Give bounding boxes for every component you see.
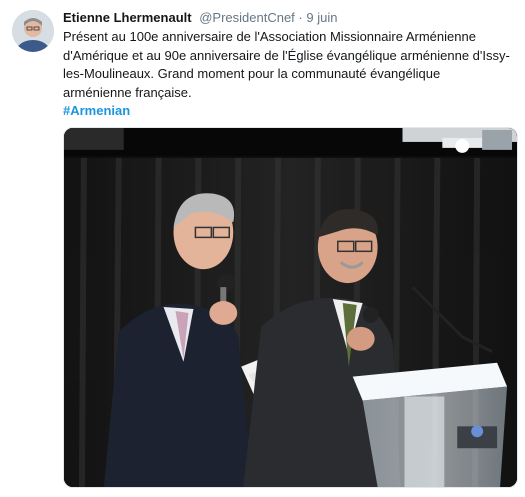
stage-photo-image [64,128,517,487]
author-avatar[interactable] [12,10,54,52]
author-handle[interactable]: @PresidentCnef [199,10,295,25]
tweet-date[interactable]: 9 juin [306,10,337,25]
tweet-photo[interactable] [63,127,518,488]
header-separator: · [298,10,303,25]
hashtag-link[interactable]: #Armenian [63,103,130,118]
tweet-text: Présent au 100e anniversaire de l'Associ… [63,28,518,121]
tweet-text-line: d'Amérique et au 90e anniversaire de l'É… [63,47,510,63]
tweet-header: Etienne Lhermenault @PresidentCnef · 9 j… [63,10,337,25]
tweet-text-line: Présent au 100e anniversaire de l'Associ… [63,29,476,44]
tweet-text-line: les-Moulineaux. Grand moment pour la com… [63,66,441,81]
author-name[interactable]: Etienne Lhermenault [63,10,192,25]
avatar-photo-icon [12,10,54,52]
tweet: Etienne Lhermenault @PresidentCnef · 9 j… [0,0,525,497]
tweet-text-line: arménienne française. [63,84,192,100]
